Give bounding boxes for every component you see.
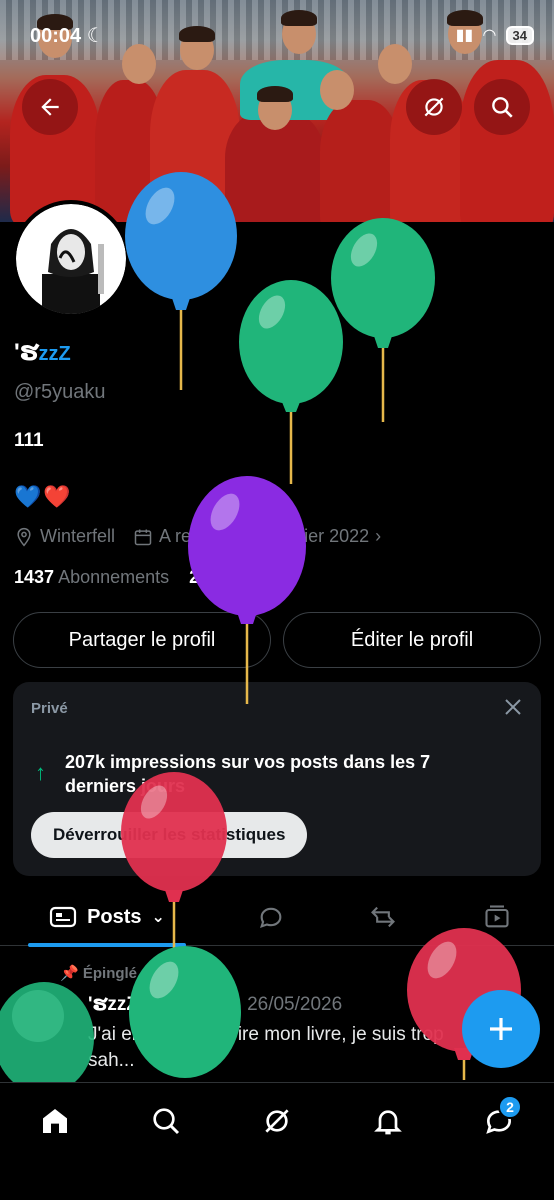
sleep-badge: zzZ xyxy=(38,343,71,365)
followers-link[interactable]: 299 Abonnés xyxy=(189,567,294,587)
insights-text: 207k impressions sur vos posts dans les … xyxy=(65,752,431,796)
bottom-navigation: 2 xyxy=(0,1082,554,1200)
status-bar: 00:04 ☾ ▮▮ ◠ 34 xyxy=(30,22,534,48)
active-tab-indicator xyxy=(28,943,186,947)
banner-face xyxy=(320,70,354,110)
location-pin-icon xyxy=(17,527,31,546)
wifi-icon: ◠ xyxy=(483,27,496,44)
reply-icon xyxy=(260,907,282,929)
status-icons: ▮▮ ◠ 34 xyxy=(456,25,534,45)
join-date[interactable]: A rejoint X en janvier 2022 › xyxy=(133,526,381,547)
profile-handle: @r5yuaku xyxy=(14,381,106,403)
banner-face xyxy=(122,44,156,84)
nav-search[interactable] xyxy=(141,1101,191,1141)
profile-bio: 111 xyxy=(14,430,44,451)
tab-posts[interactable]: Posts ⌄ xyxy=(28,888,186,946)
tab-reposts[interactable] xyxy=(358,888,408,946)
nav-grok[interactable] xyxy=(252,1101,302,1141)
home-icon xyxy=(43,1109,67,1133)
banner-player xyxy=(320,100,400,222)
nav-messages[interactable]: 2 xyxy=(474,1095,524,1141)
close-card-button[interactable] xyxy=(503,696,523,724)
search-button[interactable] xyxy=(474,79,530,135)
profile-name: 'ຮzzZ xyxy=(14,339,71,366)
banner-face xyxy=(378,44,412,84)
insights-card: Privé ↑ 207k impressions sur vos posts d… xyxy=(13,682,541,876)
edit-profile-button[interactable]: Éditer le profil xyxy=(283,612,541,668)
balloon-green xyxy=(331,218,435,422)
balloon-purple xyxy=(188,476,306,704)
search-icon xyxy=(153,1108,180,1135)
private-tag: Privé xyxy=(31,700,68,717)
location: Winterfell xyxy=(14,526,115,547)
chevron-right-icon: › xyxy=(375,526,382,546)
post-author: 'ຮzzZ xyxy=(88,994,139,1015)
avatar-image xyxy=(16,204,126,314)
tab-replies[interactable] xyxy=(246,888,296,946)
media-icon xyxy=(485,905,509,928)
unlock-stats-button[interactable]: Déverrouiller les statistiques xyxy=(31,812,308,858)
following-link[interactable]: 1437 Abonnements xyxy=(14,567,169,587)
calendar-icon xyxy=(134,529,152,545)
arrow-left-icon xyxy=(41,98,59,116)
status-time: 00:04 ☾ xyxy=(30,24,105,47)
nav-home[interactable] xyxy=(30,1101,80,1141)
signal-icon: ▮▮ xyxy=(455,27,474,44)
post-avatar[interactable] xyxy=(12,990,64,1042)
compose-button[interactable] xyxy=(462,990,540,1068)
profile-meta: Winterfell A rejoint X en janvier 2022 › xyxy=(14,526,381,547)
chevron-down-icon: ⌄ xyxy=(151,909,165,926)
profile-avatar[interactable] xyxy=(12,200,130,318)
battery-icon: 34 xyxy=(505,25,534,45)
grok-icon xyxy=(265,1109,289,1133)
post-header: 'ຮzzZ @r5yuaku · 26/05/2026 xyxy=(88,993,342,1016)
tab-media[interactable] xyxy=(472,888,522,946)
post-handle: @r5yuaku xyxy=(143,994,231,1015)
search-icon xyxy=(492,97,513,118)
post-date: · 26/05/2026 xyxy=(235,994,343,1015)
profile-emoji: 💙❤️ xyxy=(14,484,73,509)
trend-up-icon: ↑ xyxy=(35,760,46,785)
post-text[interactable]: J'ai enfin fini d'écrire mon livre, je s… xyxy=(88,1022,478,1074)
banner-hair xyxy=(257,86,293,102)
profile-tabs: Posts ⌄ xyxy=(0,888,554,947)
plus-icon xyxy=(490,1018,512,1040)
follow-stats: 1437 Abonnements 299 Abonnés xyxy=(14,567,294,588)
messages-badge: 2 xyxy=(498,1095,522,1119)
bell-icon xyxy=(374,1110,402,1135)
close-icon xyxy=(505,699,521,715)
tab-posts-label: Posts xyxy=(87,905,142,928)
location-text: Winterfell xyxy=(40,526,116,546)
grok-icon xyxy=(424,97,444,117)
repost-icon xyxy=(371,906,395,928)
posts-icon xyxy=(49,906,77,928)
share-profile-button[interactable]: Partager le profil xyxy=(13,612,271,668)
back-button[interactable] xyxy=(22,79,78,135)
join-date-text: A rejoint X en janvier 2022 xyxy=(159,526,370,546)
balloon-green xyxy=(239,280,343,484)
nav-notifications[interactable] xyxy=(363,1101,413,1141)
pinned-label: 📌 Épinglé xyxy=(60,965,138,982)
grok-button[interactable] xyxy=(406,79,462,135)
